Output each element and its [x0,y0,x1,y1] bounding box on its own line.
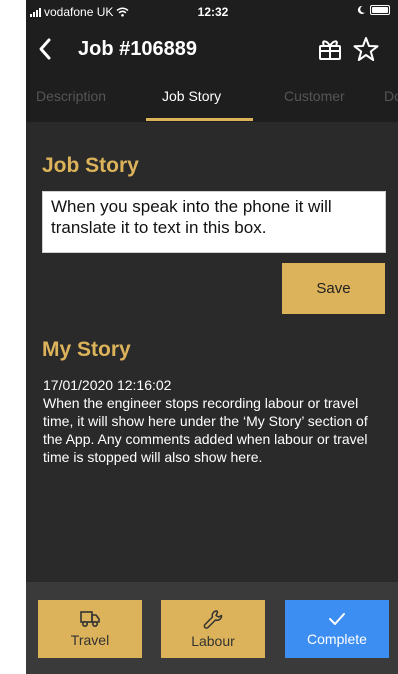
job-story-content: Job Story When you speak into the phone … [26,122,398,582]
job-story-heading: Job Story [42,154,139,177]
tab-bar: Description Job Story Customer Do [26,74,398,122]
job-story-input[interactable]: When you speak into the phone it will tr… [42,191,386,253]
back-arrow-icon[interactable] [32,32,62,66]
labour-label: Labour [191,633,235,649]
tab-job-story[interactable]: Job Story [162,88,221,104]
tab-customer[interactable]: Customer [284,88,345,104]
status-time: 12:32 [197,5,229,19]
battery-icon [370,5,390,15]
moon-icon [357,5,365,14]
my-story-timestamp: 17/01/2020 12:16:02 [43,377,172,393]
bottom-action-bar: Travel Labour Complete [26,582,398,674]
job-title: Job #106889 [78,38,197,60]
my-story-entry: 17/01/2020 12:16:02 When the engineer st… [43,376,383,466]
save-button[interactable]: Save [282,263,385,314]
truck-icon [80,611,100,628]
app-screen: vodafone UK 12:32 Job #106889 Descriptio… [26,0,398,674]
my-story-heading: My Story [42,338,131,361]
complete-label: Complete [307,631,367,647]
app-header: Job #106889 [26,24,398,74]
active-tab-indicator [146,118,253,121]
tab-documents[interactable]: Do [384,88,398,104]
tab-description[interactable]: Description [36,88,106,104]
status-bar: vodafone UK 12:32 [26,0,398,24]
travel-label: Travel [70,632,110,648]
my-story-text: When the engineer stops recording labour… [43,395,368,465]
status-right [356,5,390,15]
gift-icon[interactable] [316,35,344,63]
check-icon [329,613,345,625]
labour-button[interactable]: Labour [161,600,265,658]
star-icon[interactable] [352,35,380,63]
travel-button[interactable]: Travel [38,600,142,658]
complete-button[interactable]: Complete [285,600,389,658]
wrench-icon [203,610,223,629]
